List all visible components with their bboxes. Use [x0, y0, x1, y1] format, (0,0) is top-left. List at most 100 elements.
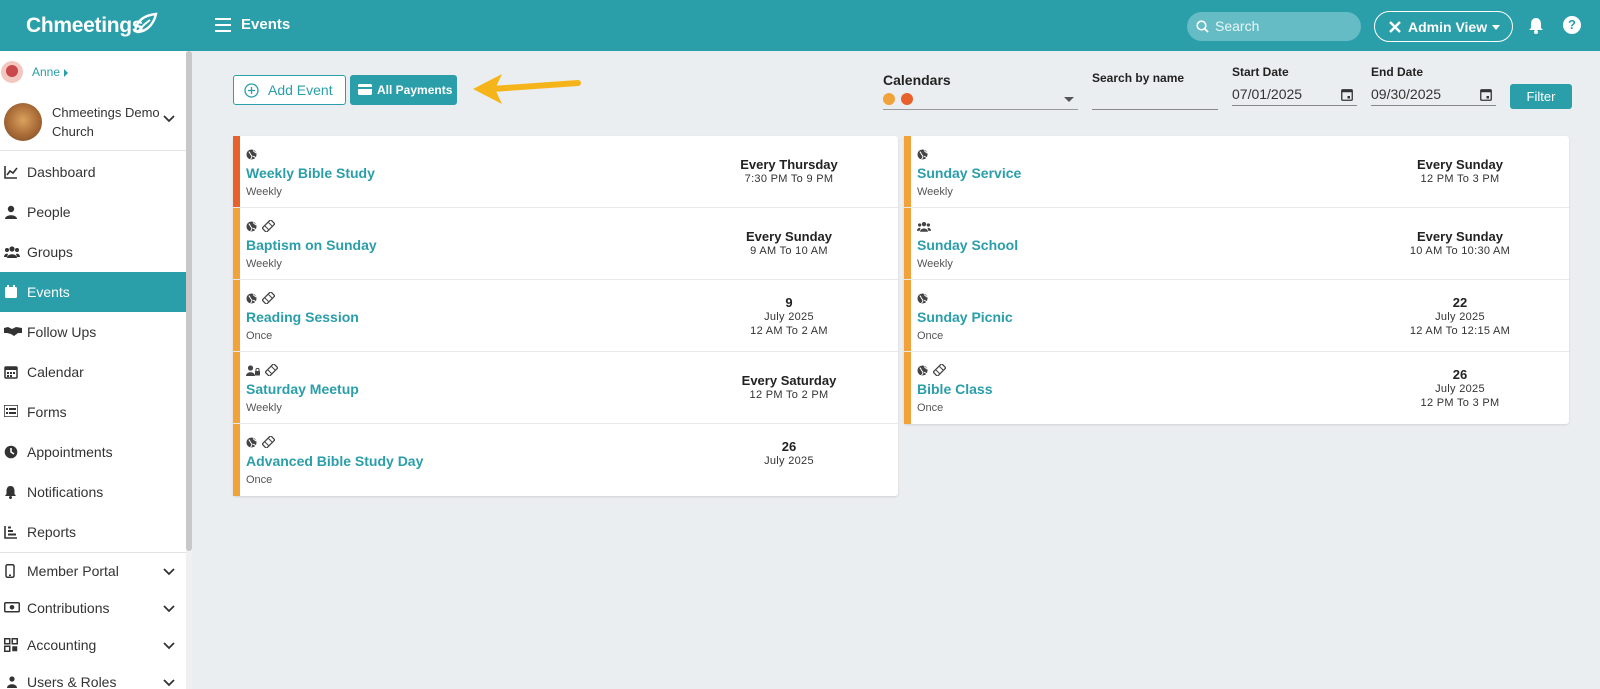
event-when: Every Saturday	[741, 373, 837, 388]
end-date-input[interactable]: 09/30/2025	[1371, 86, 1496, 106]
filter-button[interactable]: Filter	[1510, 84, 1572, 109]
all-payments-label: All Payments	[377, 83, 453, 97]
sidebar-item-label: Notifications	[27, 484, 104, 500]
sidebar-item-reports[interactable]: Reports	[0, 512, 186, 552]
event-icons	[917, 291, 933, 304]
logo-leaf-icon	[133, 12, 158, 34]
chevron-down-icon	[163, 679, 175, 687]
event-color-bar	[233, 424, 240, 496]
event-card[interactable]: Sunday Picnic Once 22 July 2025 12 AM To 12:…	[904, 280, 1569, 352]
global-search-input[interactable]: Search	[1187, 12, 1361, 41]
event-name-link[interactable]: Sunday Service	[917, 165, 1021, 181]
sidebar-item-label: Forms	[27, 404, 67, 420]
users-icon	[4, 246, 20, 258]
menu-toggle-icon[interactable]	[215, 18, 231, 32]
event-name-link[interactable]: Weekly Bible Study	[246, 165, 375, 181]
event-name-link[interactable]: Sunday School	[917, 237, 1018, 253]
sidebar-item-follow-ups[interactable]: Follow Ups	[0, 312, 186, 352]
sidebar-item-label: Events	[27, 284, 70, 300]
sidebar-group-users-roles[interactable]: Users & Roles	[0, 664, 186, 689]
help-icon[interactable]: ?	[1563, 16, 1581, 34]
add-event-button[interactable]: Add Event	[233, 75, 346, 105]
ticket-icon	[261, 219, 276, 233]
sidebar-item-label: Follow Ups	[27, 324, 97, 340]
event-time: 12 AM To 12:15 AM	[1409, 325, 1511, 337]
handshake-icon	[4, 327, 22, 336]
event-time: 10 AM To 10:30 AM	[1409, 245, 1511, 257]
arrow-left-icon	[473, 74, 581, 104]
search-by-name-input[interactable]	[1092, 90, 1218, 110]
calendar-icon[interactable]	[1480, 88, 1492, 101]
admin-view-dropdown[interactable]: Admin View	[1374, 11, 1513, 42]
calendar-grid-icon	[4, 366, 18, 379]
event-name-link[interactable]: Sunday Picnic	[917, 309, 1013, 325]
calendar-icon[interactable]	[1341, 88, 1353, 101]
event-frequency: Once	[917, 402, 944, 414]
sidebar-item-appointments[interactable]: Appointments	[0, 432, 186, 472]
calendars-label: Calendars	[883, 72, 951, 88]
sidebar-item-groups[interactable]: Groups	[0, 232, 186, 272]
event-schedule: Every Sunday 9 AM To 10 AM	[694, 229, 884, 258]
start-date-input[interactable]: 07/01/2025	[1232, 86, 1357, 106]
event-card[interactable]: Sunday School Weekly Every Sunday 10 AM To …	[904, 208, 1569, 280]
event-card[interactable]: Advanced Bible Study Day Once 26 July 2025	[233, 424, 898, 496]
event-time: 12 AM To 2 AM	[750, 325, 828, 337]
sidebar-group-contributions[interactable]: Contributions	[0, 590, 186, 627]
chevron-down-icon	[163, 642, 175, 650]
event-card[interactable]: Reading Session Once 9 July 2025 12 AM To 2 …	[233, 280, 898, 352]
event-card[interactable]: Bible Class Once 26 July 2025 12 PM To 3 PM	[904, 352, 1569, 424]
event-card[interactable]: Sunday Service Weekly Every Sunday 12 PM To…	[904, 136, 1569, 208]
search-icon	[1196, 20, 1209, 33]
sidebar-item-notifications[interactable]: Notifications	[0, 472, 186, 512]
phone-icon	[5, 564, 15, 578]
user-lock-icon	[246, 365, 260, 376]
calendars-select[interactable]	[883, 92, 1078, 110]
event-frequency: Weekly	[246, 402, 282, 414]
event-color-bar	[233, 136, 240, 207]
event-time: 9 AM To 10 AM	[750, 245, 828, 257]
church-selector[interactable]: Chmeetings Demo Church	[0, 101, 186, 151]
event-card[interactable]: Saturday Meetup Weekly Every Saturday 12 PM…	[233, 352, 898, 424]
person-icon	[5, 205, 17, 219]
event-schedule: Every Sunday 12 PM To 3 PM	[1365, 157, 1555, 186]
event-name-link[interactable]: Bible Class	[917, 381, 992, 397]
sidebar-item-label: Reports	[27, 524, 77, 540]
admin-view-label: Admin View	[1408, 19, 1488, 35]
sidebar-item-dashboard[interactable]: Dashboard	[0, 152, 186, 192]
sidebar-item-calendar[interactable]: Calendar	[0, 352, 186, 392]
sidebar-item-label: People	[27, 204, 71, 220]
sidebar-item-label: Users & Roles	[27, 674, 117, 689]
event-when: Every Sunday	[746, 229, 832, 244]
event-name-link[interactable]: Baptism on Sunday	[246, 237, 377, 253]
event-month: July 2025	[1435, 383, 1485, 395]
event-name-link[interactable]: Advanced Bible Study Day	[246, 453, 423, 469]
money-icon	[4, 602, 20, 613]
sidebar-item-forms[interactable]: Forms	[0, 392, 186, 432]
all-payments-button[interactable]: All Payments	[350, 75, 457, 105]
tools-icon	[1389, 21, 1401, 33]
app-logo[interactable]: Chmeetings	[26, 12, 158, 38]
event-card[interactable]: Baptism on Sunday Weekly Every Sunday 9 AM …	[233, 208, 898, 280]
bell-icon[interactable]	[1528, 17, 1544, 34]
sidebar-item-label: Member Portal	[27, 563, 119, 579]
event-card[interactable]: Weekly Bible Study Weekly Every Thursday 7:…	[233, 136, 898, 208]
event-frequency: Once	[246, 474, 273, 486]
sidebar-item-label: Calendar	[27, 364, 84, 380]
end-date-value: 09/30/2025	[1371, 86, 1442, 102]
sidebar-scrollbar[interactable]	[186, 51, 192, 551]
globe-icon	[246, 221, 257, 232]
sidebar-group-member-portal[interactable]: Member Portal	[0, 553, 186, 590]
event-time: 12 PM To 3 PM	[1420, 173, 1500, 185]
start-date-value: 07/01/2025	[1232, 86, 1303, 102]
sidebar-item-people[interactable]: People	[0, 192, 186, 232]
event-schedule: 26 July 2025 12 PM To 3 PM	[1365, 367, 1555, 410]
sidebar-nav: Dashboard People Groups Events Follow Up…	[0, 152, 186, 689]
event-name-link[interactable]: Reading Session	[246, 309, 359, 325]
event-frequency: Weekly	[917, 186, 953, 198]
sidebar-group-accounting[interactable]: Accounting	[0, 627, 186, 664]
sidebar-item-events[interactable]: Events	[0, 272, 186, 312]
event-when: 26	[1452, 367, 1468, 382]
chevron-down-icon	[163, 605, 175, 613]
event-color-bar	[233, 208, 240, 279]
event-name-link[interactable]: Saturday Meetup	[246, 381, 359, 397]
